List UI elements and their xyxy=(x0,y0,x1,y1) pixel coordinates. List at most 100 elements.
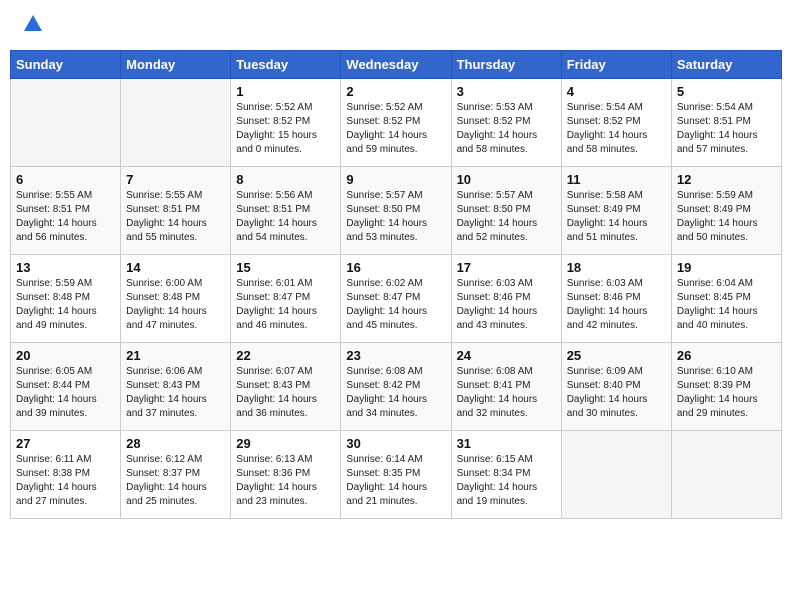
day-of-week-header: Sunday xyxy=(11,51,121,79)
day-number: 13 xyxy=(16,260,115,275)
day-number: 11 xyxy=(567,172,666,187)
day-number: 22 xyxy=(236,348,335,363)
day-info: Sunrise: 5:54 AM Sunset: 8:51 PM Dayligh… xyxy=(677,101,776,157)
calendar-week-row: 20Sunrise: 6:05 AM Sunset: 8:44 PM Dayli… xyxy=(11,343,782,431)
day-number: 10 xyxy=(457,172,556,187)
calendar-cell: 10Sunrise: 5:57 AM Sunset: 8:50 PM Dayli… xyxy=(451,167,561,255)
calendar-cell: 6 Sunrise: 5:55 AM Sunset: 8:51 PM Daylig… xyxy=(11,167,121,255)
calendar-cell: 15 Sunrise: 6:01 AM Sunset: 8:47 PM Dayli… xyxy=(231,255,341,343)
calendar-cell: 2 Sunrise: 5:52 AM Sunset: 8:52 PM Daylig… xyxy=(341,79,451,167)
calendar-cell: 21Sunrise: 6:06 AM Sunset: 8:43 PM Dayli… xyxy=(121,343,231,431)
calendar-cell: 13Sunrise: 5:59 AM Sunset: 8:48 PM Dayli… xyxy=(11,255,121,343)
day-number: 16 xyxy=(346,260,445,275)
day-number: 31 xyxy=(457,436,556,451)
day-info: Sunrise: 6:14 AM Sunset: 8:35 PM Dayligh… xyxy=(346,453,445,509)
calendar-cell: 4Sunrise: 5:54 AM Sunset: 8:52 PM Daylig… xyxy=(561,79,671,167)
calendar-cell: 12 Sunrise: 5:59 AM Sunset: 8:49 PM Dayli… xyxy=(671,167,781,255)
calendar-cell: 9 Sunrise: 5:57 AM Sunset: 8:50 PM Daylig… xyxy=(341,167,451,255)
day-of-week-header: Friday xyxy=(561,51,671,79)
day-number: 30 xyxy=(346,436,445,451)
day-info: Sunrise: 5:59 AM Sunset: 8:49 PM Dayligh… xyxy=(677,189,776,245)
calendar-week-row: 13Sunrise: 5:59 AM Sunset: 8:48 PM Dayli… xyxy=(11,255,782,343)
calendar-cell: 17 Sunrise: 6:03 AM Sunset: 8:46 PM Dayli… xyxy=(451,255,561,343)
day-of-week-header: Monday xyxy=(121,51,231,79)
day-number: 23 xyxy=(346,348,445,363)
day-number: 24 xyxy=(457,348,556,363)
calendar-cell: 20Sunrise: 6:05 AM Sunset: 8:44 PM Dayli… xyxy=(11,343,121,431)
day-info: Sunrise: 6:00 AM Sunset: 8:48 PM Dayligh… xyxy=(126,277,225,333)
calendar-cell: 11Sunrise: 5:58 AM Sunset: 8:49 PM Dayli… xyxy=(561,167,671,255)
day-number: 26 xyxy=(677,348,776,363)
day-number: 12 xyxy=(677,172,776,187)
calendar-cell: 23 Sunrise: 6:08 AM Sunset: 8:42 PM Dayli… xyxy=(341,343,451,431)
day-number: 18 xyxy=(567,260,666,275)
calendar-table: SundayMondayTuesdayWednesdayThursdayFrid… xyxy=(10,50,782,519)
day-info: Sunrise: 6:01 AM Sunset: 8:47 PM Dayligh… xyxy=(236,277,335,333)
day-number: 3 xyxy=(457,84,556,99)
calendar-cell xyxy=(671,431,781,519)
calendar-cell: 29 Sunrise: 6:13 AM Sunset: 8:36 PM Dayli… xyxy=(231,431,341,519)
logo-icon xyxy=(22,13,44,35)
day-info: Sunrise: 6:10 AM Sunset: 8:39 PM Dayligh… xyxy=(677,365,776,421)
day-info: Sunrise: 6:07 AM Sunset: 8:43 PM Dayligh… xyxy=(236,365,335,421)
day-number: 6 xyxy=(16,172,115,187)
day-number: 5 xyxy=(677,84,776,99)
day-info: Sunrise: 6:11 AM Sunset: 8:38 PM Dayligh… xyxy=(16,453,115,509)
day-number: 7 xyxy=(126,172,225,187)
day-info: Sunrise: 5:52 AM Sunset: 8:52 PM Dayligh… xyxy=(346,101,445,157)
day-info: Sunrise: 6:13 AM Sunset: 8:36 PM Dayligh… xyxy=(236,453,335,509)
calendar-cell: 25 Sunrise: 6:09 AM Sunset: 8:40 PM Dayli… xyxy=(561,343,671,431)
day-info: Sunrise: 5:55 AM Sunset: 8:51 PM Dayligh… xyxy=(126,189,225,245)
calendar-cell: 19 Sunrise: 6:04 AM Sunset: 8:45 PM Dayli… xyxy=(671,255,781,343)
day-number: 25 xyxy=(567,348,666,363)
day-of-week-header: Tuesday xyxy=(231,51,341,79)
day-info: Sunrise: 6:03 AM Sunset: 8:46 PM Dayligh… xyxy=(567,277,666,333)
day-info: Sunrise: 6:04 AM Sunset: 8:45 PM Dayligh… xyxy=(677,277,776,333)
day-number: 9 xyxy=(346,172,445,187)
day-info: Sunrise: 5:53 AM Sunset: 8:52 PM Dayligh… xyxy=(457,101,556,157)
day-info: Sunrise: 6:08 AM Sunset: 8:42 PM Dayligh… xyxy=(346,365,445,421)
calendar-cell: 7 Sunrise: 5:55 AM Sunset: 8:51 PM Daylig… xyxy=(121,167,231,255)
calendar-week-row: 6 Sunrise: 5:55 AM Sunset: 8:51 PM Daylig… xyxy=(11,167,782,255)
day-number: 29 xyxy=(236,436,335,451)
calendar-cell: 30 Sunrise: 6:14 AM Sunset: 8:35 PM Dayli… xyxy=(341,431,451,519)
day-info: Sunrise: 5:55 AM Sunset: 8:51 PM Dayligh… xyxy=(16,189,115,245)
day-info: Sunrise: 6:02 AM Sunset: 8:47 PM Dayligh… xyxy=(346,277,445,333)
calendar-week-row: 27 Sunrise: 6:11 AM Sunset: 8:38 PM Dayli… xyxy=(11,431,782,519)
calendar-cell xyxy=(121,79,231,167)
logo xyxy=(20,15,44,35)
calendar-cell: 1 Sunrise: 5:52 AM Sunset: 8:52 PM Daylig… xyxy=(231,79,341,167)
day-info: Sunrise: 5:56 AM Sunset: 8:51 PM Dayligh… xyxy=(236,189,335,245)
calendar-cell: 31 Sunrise: 6:15 AM Sunset: 8:34 PM Dayli… xyxy=(451,431,561,519)
day-info: Sunrise: 6:08 AM Sunset: 8:41 PM Dayligh… xyxy=(457,365,556,421)
calendar-cell: 3 Sunrise: 5:53 AM Sunset: 8:52 PM Daylig… xyxy=(451,79,561,167)
day-number: 15 xyxy=(236,260,335,275)
day-info: Sunrise: 6:03 AM Sunset: 8:46 PM Dayligh… xyxy=(457,277,556,333)
calendar-cell: 14Sunrise: 6:00 AM Sunset: 8:48 PM Dayli… xyxy=(121,255,231,343)
day-number: 8 xyxy=(236,172,335,187)
day-number: 1 xyxy=(236,84,335,99)
page-header xyxy=(10,10,782,40)
day-info: Sunrise: 6:05 AM Sunset: 8:44 PM Dayligh… xyxy=(16,365,115,421)
day-of-week-header: Wednesday xyxy=(341,51,451,79)
day-info: Sunrise: 5:52 AM Sunset: 8:52 PM Dayligh… xyxy=(236,101,335,157)
day-number: 2 xyxy=(346,84,445,99)
day-info: Sunrise: 6:15 AM Sunset: 8:34 PM Dayligh… xyxy=(457,453,556,509)
day-of-week-header: Saturday xyxy=(671,51,781,79)
calendar-cell xyxy=(561,431,671,519)
calendar-cell: 18 Sunrise: 6:03 AM Sunset: 8:46 PM Dayli… xyxy=(561,255,671,343)
day-info: Sunrise: 5:57 AM Sunset: 8:50 PM Dayligh… xyxy=(346,189,445,245)
day-number: 19 xyxy=(677,260,776,275)
day-number: 27 xyxy=(16,436,115,451)
calendar-week-row: 1 Sunrise: 5:52 AM Sunset: 8:52 PM Daylig… xyxy=(11,79,782,167)
day-number: 17 xyxy=(457,260,556,275)
day-info: Sunrise: 6:06 AM Sunset: 8:43 PM Dayligh… xyxy=(126,365,225,421)
day-info: Sunrise: 6:09 AM Sunset: 8:40 PM Dayligh… xyxy=(567,365,666,421)
calendar-cell xyxy=(11,79,121,167)
day-info: Sunrise: 6:12 AM Sunset: 8:37 PM Dayligh… xyxy=(126,453,225,509)
calendar-cell: 28Sunrise: 6:12 AM Sunset: 8:37 PM Dayli… xyxy=(121,431,231,519)
calendar-cell: 22 Sunrise: 6:07 AM Sunset: 8:43 PM Dayli… xyxy=(231,343,341,431)
calendar-header-row: SundayMondayTuesdayWednesdayThursdayFrid… xyxy=(11,51,782,79)
day-info: Sunrise: 5:54 AM Sunset: 8:52 PM Dayligh… xyxy=(567,101,666,157)
calendar-cell: 24 Sunrise: 6:08 AM Sunset: 8:41 PM Dayli… xyxy=(451,343,561,431)
